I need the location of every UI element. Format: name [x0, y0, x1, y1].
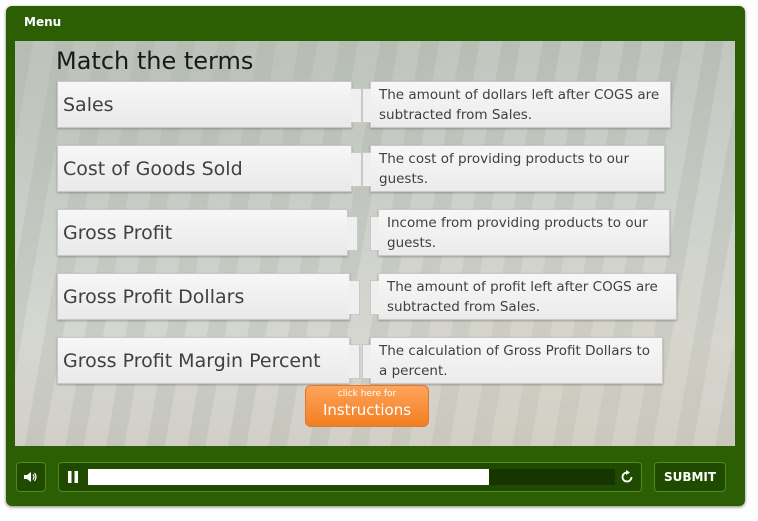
- speaker-icon: [24, 472, 37, 482]
- definition-item-3[interactable]: Income from providing products to our gu…: [370, 209, 670, 256]
- term-item-sales[interactable]: Sales: [57, 81, 362, 128]
- definition-item-2[interactable]: The cost of providing products to our gu…: [362, 145, 665, 192]
- volume-button[interactable]: [16, 462, 46, 492]
- menu-button[interactable]: Menu: [24, 15, 61, 29]
- progress-fill: [88, 469, 489, 485]
- instructions-button-label: Instructions: [322, 401, 412, 419]
- slide-title: Match the terms: [56, 47, 254, 75]
- term-item-gross-profit-margin[interactable]: Gross Profit Margin Percent: [57, 337, 360, 384]
- player-frame: Menu Match the terms Sales Cost of Goods…: [6, 6, 745, 506]
- definition-item-4[interactable]: The amount of profit left after COGS are…: [370, 273, 677, 320]
- progress-track[interactable]: [88, 469, 615, 485]
- replay-icon[interactable]: [619, 469, 635, 485]
- playback-bar: [58, 462, 642, 492]
- instructions-button[interactable]: click here for Instructions: [305, 385, 429, 427]
- slide-area: Match the terms Sales Cost of Goods Sold…: [15, 41, 735, 446]
- definition-item-1[interactable]: The amount of dollars left after COGS ar…: [362, 81, 671, 128]
- term-item-cogs[interactable]: Cost of Goods Sold: [57, 145, 362, 192]
- submit-button[interactable]: SUBMIT: [654, 462, 726, 492]
- definition-item-5[interactable]: The calculation of Gross Profit Dollars …: [362, 337, 663, 384]
- pause-icon[interactable]: [66, 470, 80, 484]
- term-item-gross-profit-dollars[interactable]: Gross Profit Dollars: [57, 273, 360, 320]
- term-item-gross-profit[interactable]: Gross Profit: [57, 209, 358, 256]
- instructions-button-caption: click here for: [337, 389, 397, 399]
